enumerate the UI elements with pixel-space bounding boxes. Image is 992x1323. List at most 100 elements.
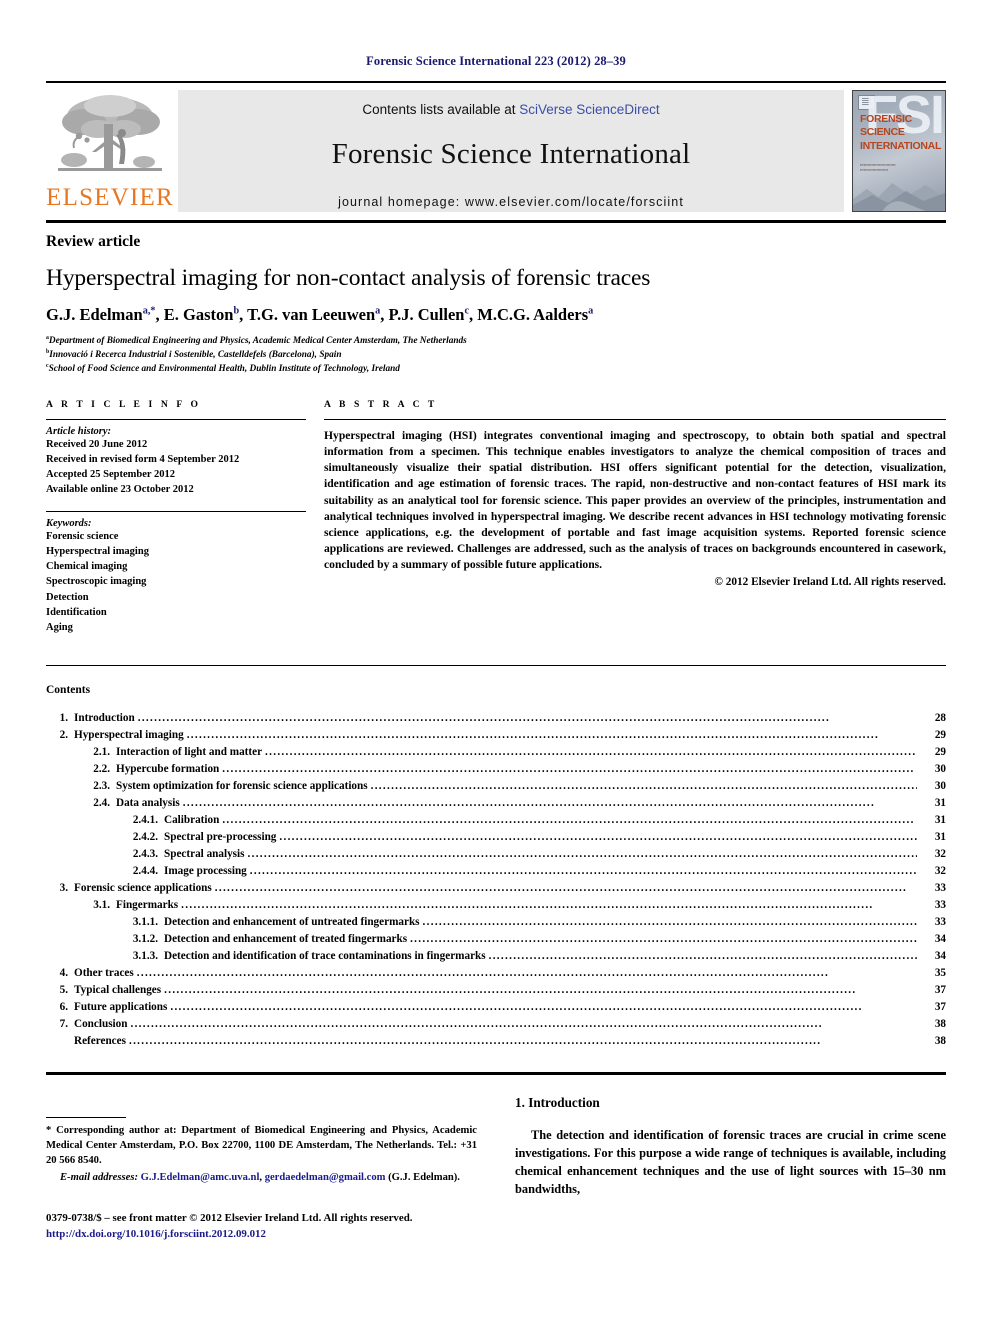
email-link-primary[interactable]: G.J.Edelman@amc.uva.nl: [141, 1172, 260, 1183]
toc-entry-number: 3.1.1.: [132, 916, 158, 929]
article-info-column: A R T I C L E I N F O Article history: R…: [46, 399, 324, 635]
toc-entry-page: 34: [934, 950, 946, 963]
author-affil-marker: c: [464, 305, 469, 317]
history-item: Accepted 25 September 2012: [46, 468, 175, 480]
toc-entry[interactable]: 2.1. Interaction of light and matter.....…: [46, 744, 946, 761]
toc-entry-page: 32: [934, 865, 946, 877]
toc-entry-number: 4.: [59, 967, 68, 980]
toc-leader-dots: ........................................…: [279, 830, 917, 843]
toc-entry[interactable]: 3.1.1. Detection and enhancement of untre…: [46, 914, 946, 931]
toc-entry-number: 2.3.: [93, 779, 110, 792]
toc-entry[interactable]: 3.1. Fingermarks.........................…: [46, 897, 946, 914]
toc-entry[interactable]: References..............................…: [46, 1033, 946, 1050]
affiliation-text: Innovació i Recerca Industrial i Sosteni…: [49, 350, 342, 361]
author-affil-marker: a: [588, 305, 594, 317]
toc-leader-dots: ........................................…: [164, 984, 857, 997]
toc-entry-label: Other traces: [74, 967, 134, 980]
sciencedirect-link[interactable]: SciVerse ScienceDirect: [519, 102, 659, 117]
affiliation-text: Department of Biomedical Engineering and…: [48, 336, 467, 347]
toc-entry-page: 35: [934, 967, 946, 980]
toc-entry[interactable]: 2.4.4. Image processing..................…: [46, 863, 946, 880]
toc-entry-page: 29: [934, 745, 946, 758]
toc-entry-number: 2.4.2.: [132, 830, 158, 843]
toc-entry-number: 2.4.4.: [132, 865, 158, 877]
toc-entry-page: 31: [934, 830, 946, 843]
toc-entry[interactable]: 3. Forensic science applications.........…: [46, 880, 946, 897]
toc-entry-page: 30: [934, 762, 946, 775]
toc-entry-page: 31: [934, 813, 946, 826]
journal-cover-thumbnail[interactable]: FSI FORENSIC SCIENCE INTERNATIONAL ▪▪▪▪▪▪▪…: [852, 90, 946, 212]
toc-entry-label: Fingermarks: [116, 899, 179, 912]
toc-entry[interactable]: 3.1.3. Detection and identification of tr…: [46, 948, 946, 965]
toc-entry-page: 28: [934, 711, 946, 724]
toc-entry-label: Detection and enhancement of untreated f…: [164, 916, 420, 929]
toc-entry-label: Introduction: [74, 711, 135, 724]
affiliation-item: aDepartment of Biomedical Engineering an…: [46, 334, 946, 348]
toc-entry-number: 3.1.2.: [132, 933, 158, 946]
info-abstract-section: A R T I C L E I N F O Article history: R…: [46, 377, 946, 635]
toc-entry-label: Spectral analysis: [164, 847, 245, 860]
toc-entry-label: Future applications: [74, 1001, 168, 1014]
toc-entry[interactable]: 2.2. Hypercube formation.................…: [46, 761, 946, 778]
toc-entry[interactable]: 2.4.1. Calibration.......................…: [46, 812, 946, 829]
contents-available-line: Contents lists available at SciVerse Sci…: [362, 102, 659, 117]
affiliation-text: School of Food Science and Environmental…: [48, 364, 400, 375]
toc-entry[interactable]: 2.3. System optimization for forensic sci…: [46, 778, 946, 795]
toc-entry-page: 33: [934, 899, 946, 912]
toc-leader-dots: ........................................…: [130, 1018, 823, 1031]
elsevier-tree-icon: [58, 95, 162, 171]
toc-leader-dots: ........................................…: [422, 916, 917, 929]
toc-leader-dots: ........................................…: [186, 728, 880, 741]
toc-entry-number: 2.4.3.: [132, 847, 158, 860]
right-body-column: 1. Introduction The detection and identi…: [515, 1095, 946, 1243]
toc-entry-label: Detection and identification of trace co…: [164, 950, 486, 963]
toc-leader-dots: ........................................…: [249, 865, 917, 877]
toc-entry-page: 37: [934, 984, 946, 997]
toc-entry-label: Interaction of light and matter: [116, 745, 263, 758]
doi-link[interactable]: http://dx.doi.org/10.1016/j.forsciint.20…: [46, 1227, 477, 1243]
toc-entry[interactable]: 2.4.3. Spectral analysis.................…: [46, 846, 946, 863]
toc-entry-number: 2.4.: [93, 796, 110, 809]
toc-entry-label: Image processing: [164, 865, 247, 877]
toc-entry-number: 2.4.1.: [132, 813, 158, 826]
toc-entry[interactable]: 1. Introduction..........................…: [46, 710, 946, 727]
toc-leader-dots: ........................................…: [182, 796, 876, 809]
toc-entry-label: Calibration: [164, 813, 220, 826]
history-item: Available online 23 October 2012: [46, 483, 194, 495]
email-link-secondary[interactable]: gerdaedelman@gmail.com: [265, 1172, 386, 1183]
toc-entry[interactable]: 7. Conclusion............................…: [46, 1016, 946, 1033]
affiliation-item: bInnovació i Recerca Industrial i Sosten…: [46, 348, 946, 362]
toc-entry-page: 30: [934, 779, 946, 792]
toc-entry-number: 7.: [59, 1018, 68, 1031]
toc-entry-label: Hyperspectral imaging: [74, 728, 184, 741]
toc-leader-dots: ........................................…: [247, 847, 918, 860]
abstract-text: Hyperspectral imaging (HSI) integrates c…: [324, 428, 946, 572]
toc-entry[interactable]: 2.4.2. Spectral pre-processing...........…: [46, 829, 946, 846]
toc-leader-dots: ........................................…: [214, 882, 908, 895]
toc-entry[interactable]: 4. Other traces..........................…: [46, 965, 946, 982]
email-note: E-mail addresses: G.J.Edelman@amc.uva.nl…: [46, 1170, 477, 1185]
toc-entry[interactable]: 2. Hyperspectral imaging.................…: [46, 727, 946, 744]
author-affil-marker: a,*: [142, 305, 156, 317]
table-of-contents: 1. Introduction..........................…: [46, 696, 946, 1050]
cover-journal-title: FORENSIC SCIENCE INTERNATIONAL: [860, 113, 942, 152]
toc-entry-number: 3.1.: [93, 899, 110, 912]
journal-homepage-line[interactable]: journal homepage: www.elsevier.com/locat…: [338, 195, 684, 209]
keyword-item: Aging: [46, 621, 73, 633]
title-block: Review article Hyperspectral imaging for…: [46, 223, 946, 377]
toc-entry[interactable]: 3.1.2. Detection and enhancement of treat…: [46, 931, 946, 948]
toc-entry[interactable]: 5. Typical challenges....................…: [46, 982, 946, 999]
journal-title: Forensic Science International: [331, 138, 691, 170]
toc-entry-label: Hypercube formation: [116, 762, 220, 775]
banner-center-panel: Contents lists available at SciVerse Sci…: [178, 90, 844, 212]
keywords-title: Keywords:: [46, 518, 92, 530]
keyword-item: Spectroscopic imaging: [46, 576, 147, 588]
toc-leader-dots: ........................................…: [128, 1035, 822, 1048]
toc-entry-page: 32: [934, 847, 946, 860]
running-head: Forensic Science International 223 (2012…: [366, 54, 626, 68]
toc-entry[interactable]: 6. Future applications...................…: [46, 999, 946, 1016]
toc-entry-label: System optimization for forensic science…: [116, 779, 368, 792]
toc-entry[interactable]: 2.4. Data analysis.......................…: [46, 795, 946, 812]
toc-entry-page: 37: [934, 1001, 946, 1014]
toc-entry-page: 34: [934, 933, 946, 946]
